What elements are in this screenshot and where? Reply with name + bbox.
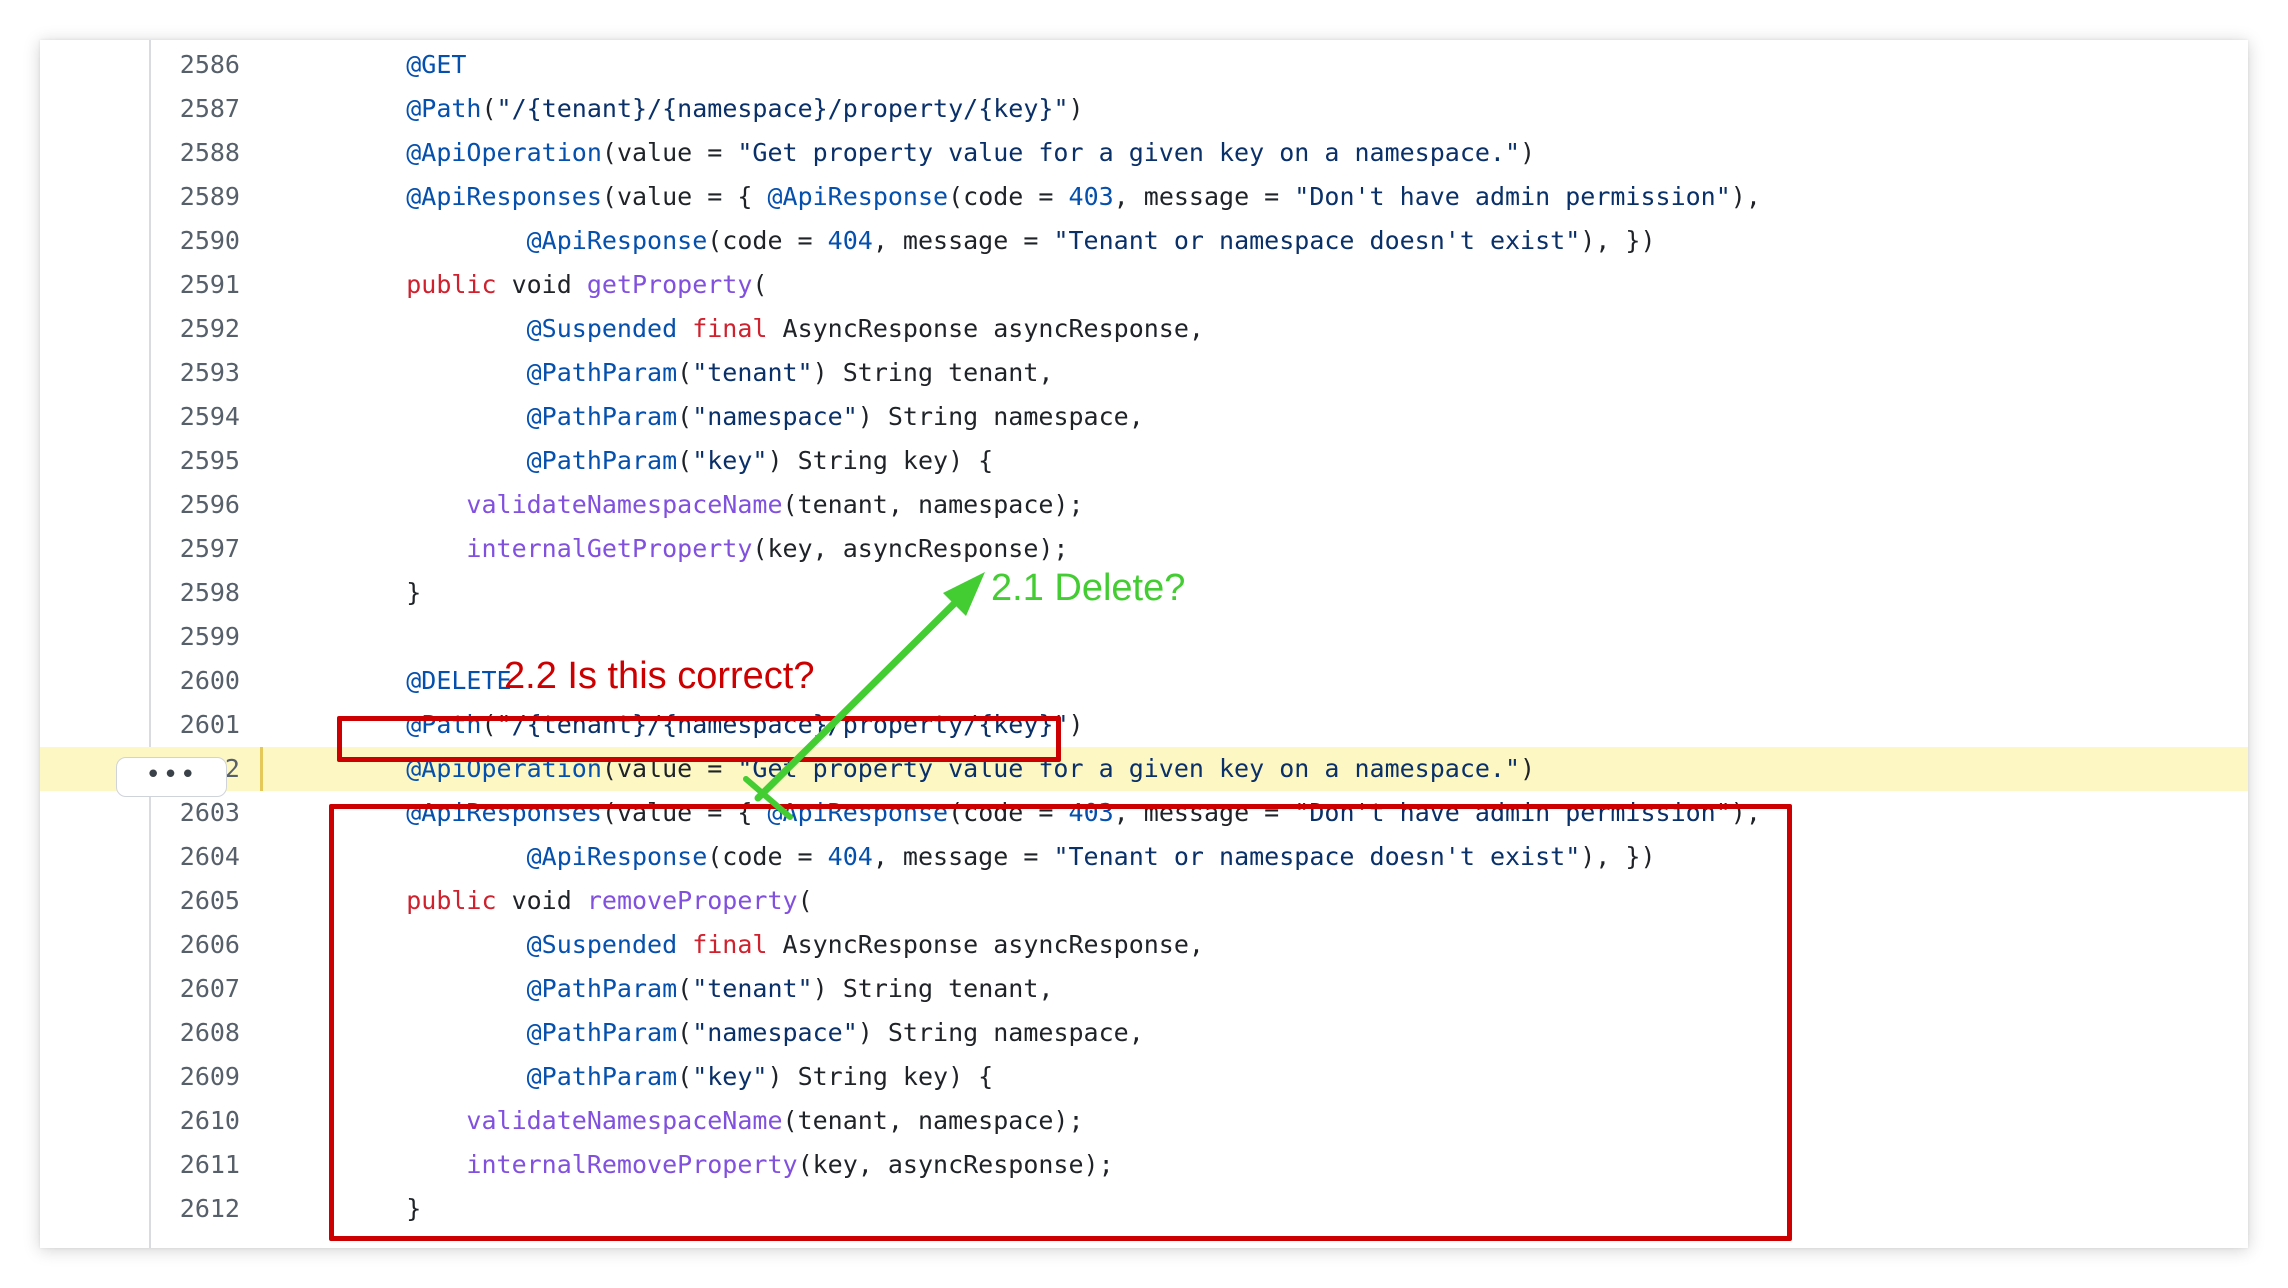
code-view-panel: 2586 @GET 2587 @Path("/{tenant}/{namespac…	[40, 40, 2248, 1248]
arrow-shaft	[754, 582, 976, 802]
green-arrow	[743, 572, 985, 820]
